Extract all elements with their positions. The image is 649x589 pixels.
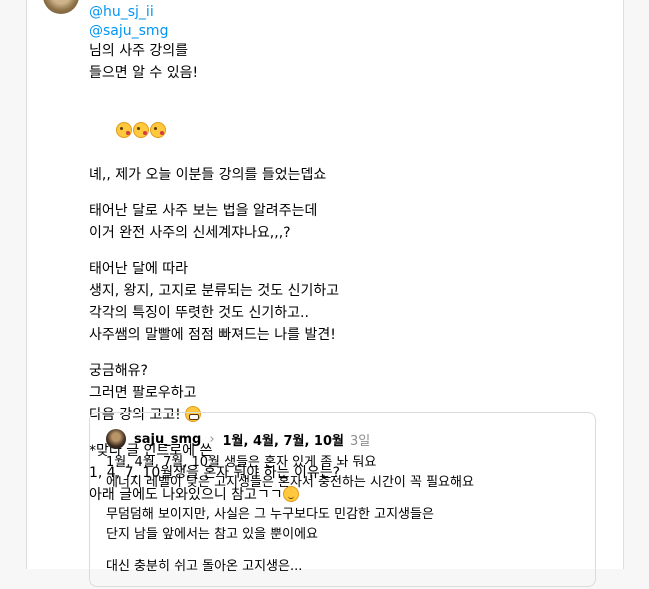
text-line: 생지, 왕지, 고지로 분류되는 것도 신기하고 xyxy=(89,283,340,299)
quoted-post-header: saju_smg › 1월, 4월, 7월, 10월 3일 xyxy=(106,429,370,449)
text-line: 각각의 특징이 뚜렷한 것도 신기하고.. xyxy=(89,305,309,321)
kiss-emoji-icon xyxy=(115,122,132,138)
paragraph: 태어난 달에 따라 생지, 왕지, 고지로 분류되는 것도 신기하고 각각의 특… xyxy=(89,258,589,346)
kiss-emoji-icon xyxy=(149,122,166,138)
paragraph: 1월, 4월, 7월, 10월 생들은 혼자 있게 좀 놔 둬요 에너지 레벨이… xyxy=(106,453,586,493)
mention-hu-sj-ii[interactable]: @hu_sj_ii xyxy=(89,3,154,21)
text-line: 이거 완전 사주의 신세계쟈나요,,,? xyxy=(89,225,291,241)
text-line: 무덤덤해 보이지만, 사실은 그 누구보다도 민감한 고지생들은 xyxy=(106,507,434,522)
text-line: 님의 사주 강의를 xyxy=(89,43,189,59)
emoji-row xyxy=(89,98,589,164)
paragraph: 대신 충분히 쉬고 돌아온 고지생은... xyxy=(106,557,586,577)
kiss-emoji-icon xyxy=(132,122,149,138)
paragraph: 태어난 달로 사주 보는 법을 알려주는데 이거 완전 사주의 신세계쟈나요,,… xyxy=(89,200,589,244)
text-line: 들으면 알 수 있음! xyxy=(89,65,199,81)
text-line: 태어난 달로 사주 보는 법을 알려주는데 xyxy=(89,203,318,219)
text-line: 대신 충분히 쉬고 돌아온 고지생은... xyxy=(106,559,303,574)
text-line: 단지 남들 앞에서는 참고 있을 뿐이에요 xyxy=(106,527,319,542)
quoted-username[interactable]: saju_smg xyxy=(134,432,201,447)
quoted-avatar[interactable] xyxy=(106,429,126,449)
quoted-post-card[interactable]: saju_smg › 1월, 4월, 7월, 10월 3일 1월, 4월, 7월… xyxy=(89,412,596,587)
text-line: 사주쌤의 말빨에 점점 빠져드는 나를 발견! xyxy=(89,327,336,343)
mention-saju-smg[interactable]: @saju_smg xyxy=(89,22,168,40)
paragraph: 무덤덤해 보이지만, 사실은 그 누구보다도 민감한 고지생들은 단지 남들 앞… xyxy=(106,505,586,545)
text-line: 그러면 팔로우하고 xyxy=(89,385,197,401)
paragraph: 녜,, 제가 오늘 이분들 강의를 들었는뎁쇼 xyxy=(89,98,589,186)
text-line: 태어난 달에 따라 xyxy=(89,261,189,277)
paragraph: 님의 사주 강의를 들으면 알 수 있음! xyxy=(89,40,589,84)
quoted-topic[interactable]: 1월, 4월, 7월, 10월 xyxy=(223,430,344,449)
text-line: 1월, 4월, 7월, 10월 생들은 혼자 있게 좀 놔 둬요 xyxy=(106,455,377,470)
quoted-timestamp: 3일 xyxy=(349,433,371,449)
text-line: 에너지 레벨이 낮은 고지생들은 혼자서 충전하는 시간이 꼭 필요해요 xyxy=(106,475,474,490)
text-line: 녜,, 제가 오늘 이분들 강의를 들었는뎁쇼 xyxy=(89,167,327,183)
chevron-right-icon: › xyxy=(209,431,215,447)
text-line: 궁금해유? xyxy=(89,363,148,379)
